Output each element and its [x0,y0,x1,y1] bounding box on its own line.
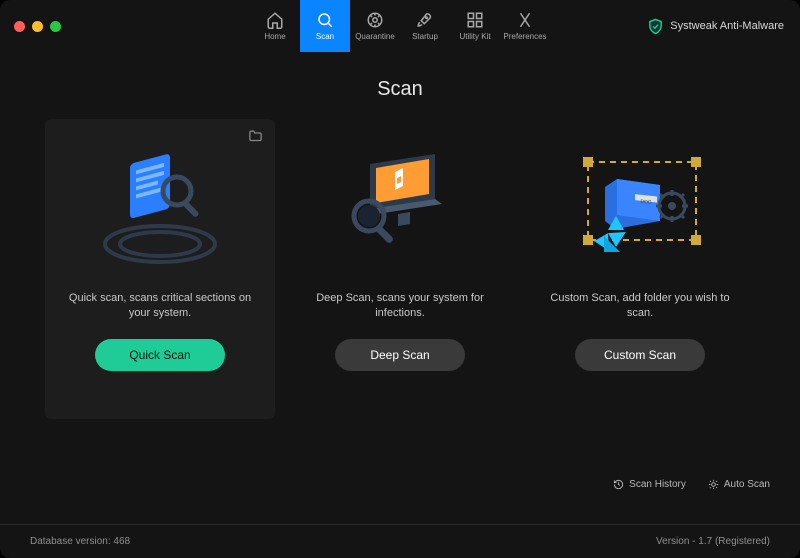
secondary-actions: Scan History Auto Scan [613,479,770,490]
nav-label: Home [264,32,285,41]
nav-utility-kit[interactable]: Utility Kit [450,0,500,52]
nav-label: Scan [316,32,334,41]
brand-name: Systweak Anti-Malware [670,20,784,32]
app-version: Version - 1.7 (Registered) [656,536,770,547]
zoom-window-button[interactable] [50,21,61,32]
nav-scan[interactable]: Scan [300,0,350,52]
nav-label: Utility Kit [459,32,490,41]
footer: Database version: 468 Version - 1.7 (Reg… [0,524,800,558]
card-custom-scan: DOC [525,119,755,419]
quarantine-icon [366,11,384,29]
nav-preferences[interactable]: Preferences [500,0,550,52]
card-deep-scan: Deep Scan, scans your system for infecti… [285,119,515,419]
brand: Systweak Anti-Malware [647,0,784,52]
app-window: Home Scan Quarantine Startup Utility Kit… [0,0,800,558]
nav-home[interactable]: Home [250,0,300,52]
nav-label: Quarantine [355,32,395,41]
nav-label: Preferences [503,32,546,41]
deep-scan-button[interactable]: Deep Scan [335,339,465,371]
deep-scan-illustration [320,139,480,279]
card-desc: Deep Scan, scans your system for infecti… [285,291,515,323]
svg-text:DOC: DOC [640,199,651,206]
minimize-window-button[interactable] [32,21,43,32]
grid-icon [466,11,484,29]
scan-history-label: Scan History [629,479,686,490]
nav-label: Startup [412,32,438,41]
custom-scan-illustration: DOC [560,139,720,279]
card-desc: Quick scan, scans critical sections on y… [45,291,275,323]
nav-startup[interactable]: Startup [400,0,450,52]
history-icon [613,479,624,490]
custom-scan-button[interactable]: Custom Scan [575,339,705,371]
rocket-icon [416,11,434,29]
close-window-button[interactable] [14,21,25,32]
titlebar: Home Scan Quarantine Startup Utility Kit… [0,0,800,52]
shield-check-icon [647,18,664,35]
top-nav: Home Scan Quarantine Startup Utility Kit… [250,0,550,52]
auto-scan-link[interactable]: Auto Scan [708,479,770,490]
scan-cards: Quick scan, scans critical sections on y… [0,119,800,419]
quick-scan-illustration [80,139,240,279]
card-quick-scan: Quick scan, scans critical sections on y… [45,119,275,419]
scan-history-link[interactable]: Scan History [613,479,686,490]
folder-open-icon[interactable] [248,129,263,147]
database-version: Database version: 468 [30,536,130,547]
quick-scan-button[interactable]: Quick Scan [95,339,225,371]
home-icon [266,11,284,29]
card-desc: Custom Scan, add folder you wish to scan… [525,291,755,323]
search-icon [316,11,334,29]
window-controls [14,21,61,32]
auto-scan-icon [708,479,719,490]
auto-scan-label: Auto Scan [724,479,770,490]
nav-quarantine[interactable]: Quarantine [350,0,400,52]
page-title: Scan [0,78,800,101]
tools-icon [516,11,534,29]
